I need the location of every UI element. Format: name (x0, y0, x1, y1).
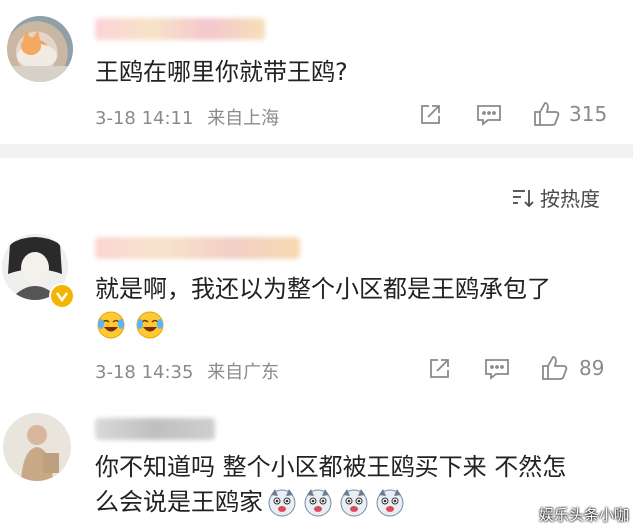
thumbs-up-icon (542, 356, 568, 380)
comment-icon (485, 359, 509, 380)
comment-location: 来自上海 (207, 108, 280, 129)
like-count: 315 (569, 102, 608, 126)
username-blurred[interactable] (95, 237, 300, 259)
comment-meta: 3-18 14:11 来自上海 (95, 104, 279, 130)
like-count: 89 (579, 356, 605, 380)
laugh-cry-emoji-icon (136, 311, 164, 339)
like-button[interactable]: 315 (533, 101, 607, 127)
comment-meta: 3-18 14:35 来自广东 (95, 358, 279, 384)
username-blurred[interactable] (95, 418, 215, 440)
comment-text-line-1: 你不知道吗 整个小区都被王鸥买下来 不然怎 (95, 453, 567, 481)
username-blurred[interactable] (95, 18, 265, 40)
comment-icon (477, 105, 501, 126)
verified-badge-icon (49, 283, 75, 309)
thumbs-up-icon (534, 102, 560, 126)
share-button[interactable] (418, 103, 442, 127)
sort-icon (513, 189, 534, 207)
comment-text-line-2: 么会说是王鸥家 (95, 488, 263, 516)
comment-location: 来自广东 (207, 362, 280, 383)
comment-time: 3-18 14:11 (95, 108, 194, 129)
avatar[interactable] (3, 413, 71, 481)
comment-time: 3-18 14:35 (95, 362, 194, 383)
watermark: 娱乐头条小咖 (538, 506, 629, 524)
reply-button[interactable] (476, 103, 502, 127)
sort-by-hot-button[interactable]: 按热度 (512, 183, 600, 212)
husky-emoji-icon (376, 489, 404, 517)
comment-text: 王鸥在哪里你就带王鸥? (95, 58, 348, 86)
husky-emoji-icon (268, 489, 296, 517)
avatar[interactable] (7, 16, 73, 82)
laugh-cry-emoji-icon (97, 311, 125, 339)
sort-label: 按热度 (540, 187, 600, 211)
like-button[interactable]: 89 (541, 355, 604, 381)
share-icon (430, 359, 449, 378)
emoji-row (267, 487, 405, 517)
section-divider (0, 144, 633, 158)
comment-text-line-2-row: 么会说是王鸥家 (95, 485, 405, 519)
husky-emoji-icon (340, 489, 368, 517)
share-button[interactable] (427, 357, 451, 381)
emoji-row (96, 310, 165, 340)
reply-button[interactable] (484, 357, 510, 381)
comment-text: 就是啊，我还以为整个小区都是王鸥承包了 (95, 275, 551, 303)
share-icon (421, 105, 440, 124)
husky-emoji-icon (304, 489, 332, 517)
